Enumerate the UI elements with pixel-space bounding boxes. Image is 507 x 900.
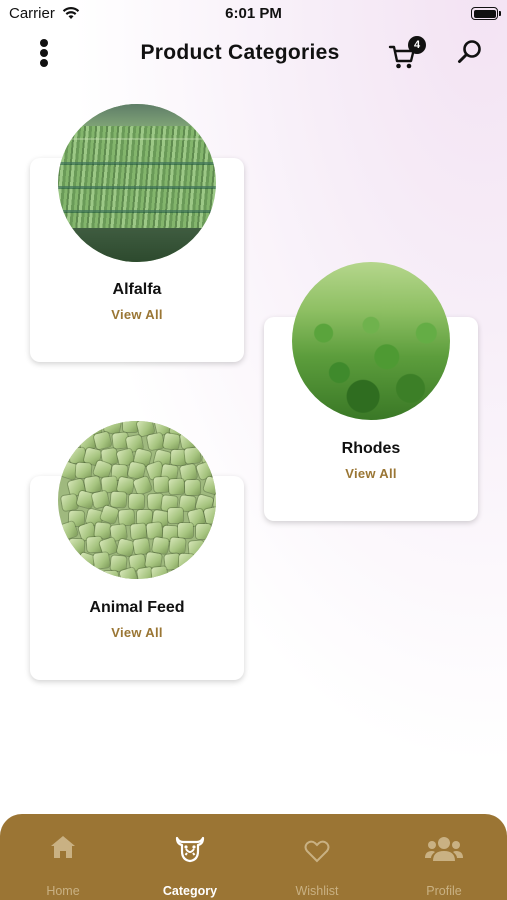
tab-wishlist[interactable]: Wishlist: [254, 814, 380, 900]
pellet-texture: [118, 509, 135, 526]
pellet-texture: [116, 538, 135, 557]
tab-label: Profile: [426, 884, 462, 898]
tab-label: Wishlist: [295, 884, 339, 898]
view-all-link[interactable]: View All: [30, 307, 244, 322]
pellet-texture: [162, 432, 180, 450]
pellet-texture: [75, 490, 95, 510]
tab-home[interactable]: Home: [0, 814, 126, 900]
pellet-texture: [146, 521, 164, 539]
pellet-texture: [60, 431, 79, 450]
tab-category[interactable]: Category: [127, 814, 253, 900]
pellet-texture: [151, 536, 169, 555]
cow-icon: [175, 836, 205, 863]
clock: 6:01 PM: [225, 5, 282, 22]
category-image-rhodes[interactable]: [292, 262, 450, 420]
search-button[interactable]: [456, 38, 484, 66]
tab-profile[interactable]: Profile: [381, 814, 507, 900]
pellet-texture: [132, 475, 152, 495]
pellet-texture: [205, 539, 216, 556]
pellet-texture: [110, 491, 127, 508]
pellet-texture: [93, 552, 111, 570]
pellet-texture: [84, 476, 102, 494]
pellet-texture: [122, 421, 138, 433]
pellet-texture: [168, 478, 184, 495]
pellet-texture: [212, 461, 216, 478]
category-image-animal-feed[interactable]: [58, 421, 216, 579]
pellet-texture: [213, 433, 216, 451]
pellet-texture: [196, 523, 212, 539]
app-header: Product Categories 4: [0, 30, 507, 76]
battery-icon: [471, 7, 501, 20]
pellet-texture: [179, 553, 195, 570]
pellet-texture: [60, 493, 79, 511]
pellet-texture: [153, 476, 170, 493]
pellet-texture: [179, 431, 198, 449]
bottom-tab-bar: Home Category Wishlist Profile: [0, 814, 507, 900]
category-image-alfalfa[interactable]: [58, 104, 216, 262]
cart-button[interactable]: 4: [388, 36, 428, 70]
pellet-texture: [169, 537, 186, 554]
pellet-texture: [184, 447, 201, 464]
cart-count-badge: 4: [408, 36, 426, 54]
pellet-texture: [102, 570, 119, 579]
view-all-link[interactable]: View All: [30, 625, 244, 640]
view-all-link[interactable]: View All: [264, 466, 478, 481]
home-icon: [51, 836, 75, 858]
pellet-texture: [203, 476, 216, 496]
pellet-texture: [184, 479, 201, 496]
pellet-texture: [146, 432, 164, 451]
tab-label: Home: [46, 884, 80, 898]
pellet-texture: [178, 522, 194, 538]
status-bar: Carrier 6:01 PM: [0, 0, 507, 30]
pellet-texture: [69, 447, 86, 464]
pellet-texture: [93, 431, 112, 450]
pellet-texture: [203, 567, 216, 579]
pellet-texture: [99, 505, 119, 525]
pellet-texture: [203, 506, 216, 525]
category-name: Alfalfa: [112, 281, 162, 298]
pellet-texture: [128, 493, 145, 509]
tab-label: Category: [162, 884, 218, 898]
heart-icon: [304, 840, 330, 863]
search-icon: [458, 40, 481, 63]
pellet-texture: [151, 566, 168, 579]
pellet-texture: [168, 508, 184, 524]
users-icon: [425, 837, 463, 861]
category-name: Animal Feed: [89, 599, 185, 616]
category-name: Rhodes: [341, 440, 401, 457]
